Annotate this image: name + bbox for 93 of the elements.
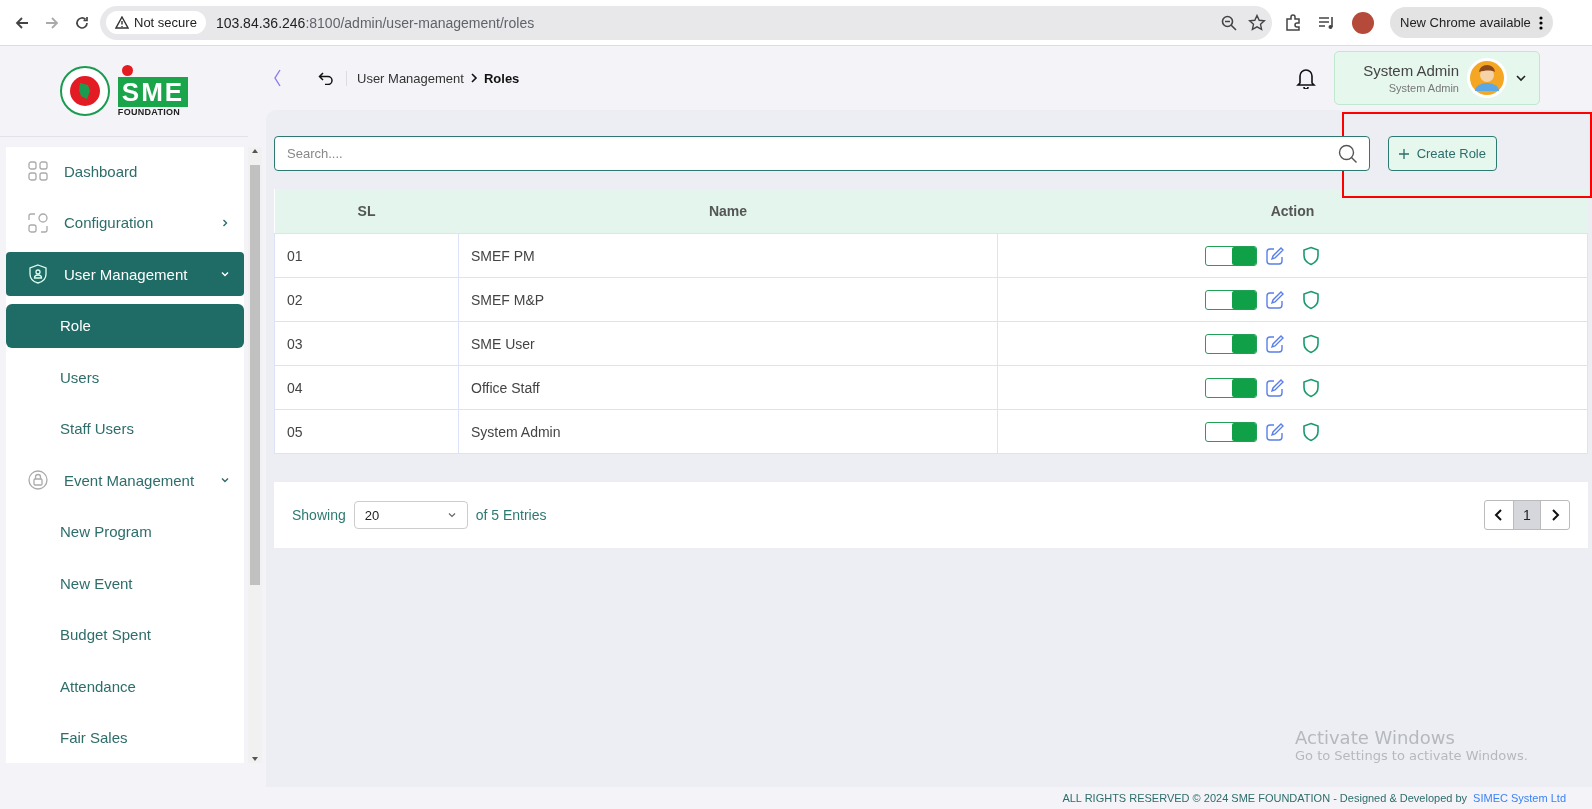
chevron-down-icon: [220, 475, 230, 485]
sidebar-subitem[interactable]: New Program: [6, 509, 244, 554]
user-name: System Admin: [1363, 62, 1459, 79]
edit-icon[interactable]: [1264, 245, 1285, 266]
chevron-down-icon: [220, 269, 230, 279]
emblem-logo: [59, 66, 110, 116]
chevron-down-icon: [1515, 72, 1527, 84]
chevron-right-icon: [220, 217, 230, 228]
warning-icon: [115, 16, 129, 29]
shield-icon[interactable]: [1300, 377, 1321, 398]
edit-icon[interactable]: [1264, 289, 1285, 310]
table-cell: SMEF PM: [458, 233, 998, 278]
edit-icon[interactable]: [1264, 333, 1285, 354]
create-role-button[interactable]: Create Role: [1387, 136, 1497, 171]
sidebar-subitem[interactable]: New Event: [6, 561, 244, 605]
chevron-right-icon: [469, 73, 478, 83]
column-header: Name: [458, 189, 998, 234]
shield-icon[interactable]: [1300, 421, 1321, 442]
page-button[interactable]: 1: [1513, 501, 1541, 529]
sidebar-item[interactable]: Event Management: [6, 458, 244, 502]
chevron-left-icon: [1494, 509, 1504, 521]
sidebar-item[interactable]: Configuration: [6, 200, 244, 245]
table-cell: 01: [274, 233, 459, 278]
breadcrumb-item[interactable]: User Management: [357, 70, 464, 86]
extension-icon[interactable]: [1284, 13, 1302, 32]
scroll-down-icon[interactable]: [251, 755, 259, 763]
address-bar[interactable]: Not secure 103.84.36.246:8100/admin/user-management/roles: [100, 5, 1272, 40]
back-arrow-icon[interactable]: [14, 14, 30, 31]
search-field[interactable]: Search....: [274, 136, 1370, 171]
column-header: Action: [997, 189, 1588, 234]
table-cell: 05: [274, 409, 459, 454]
edit-icon[interactable]: [1264, 421, 1285, 442]
table-cell: SME User: [458, 321, 998, 366]
footer-link[interactable]: SIMEC System Ltd: [1473, 792, 1566, 804]
table-cell: 04: [274, 365, 459, 410]
logo-subtitle: FOUNDATION: [117, 107, 181, 117]
undo-arrow-icon[interactable]: [318, 71, 334, 85]
url-text: 103.84.36.246:8100/admin/user-management/roles: [215, 14, 536, 31]
shield-icon[interactable]: [1300, 245, 1321, 266]
status-toggle[interactable]: [1204, 245, 1257, 266]
sidebar-subitem[interactable]: Role: [6, 303, 244, 348]
sidebar-item[interactable]: User Management: [6, 252, 244, 296]
edit-icon[interactable]: [1264, 377, 1285, 398]
security-chip[interactable]: Not secure: [106, 11, 206, 34]
table-cell: 03: [274, 321, 459, 366]
copyright-text: ALL RIGHTS RESERVED © 2024 SME FOUNDATION - Designed & Developed by: [1062, 792, 1468, 804]
sidebar-subitem[interactable]: Fair Sales: [6, 715, 244, 760]
grid-icon: [28, 161, 48, 181]
sidebar-subitem[interactable]: Users: [6, 355, 244, 399]
update-button[interactable]: New Chrome available: [1390, 7, 1553, 38]
table-cell: SMEF M&P: [458, 277, 998, 322]
media-icon[interactable]: [1318, 14, 1336, 31]
logo-mark: SME: [117, 77, 189, 107]
shield-icon[interactable]: [1300, 289, 1321, 310]
user-role: System Admin: [1388, 82, 1459, 94]
chevron-right-icon: [1550, 509, 1560, 521]
status-toggle[interactable]: [1204, 289, 1257, 310]
shield-icon[interactable]: [1300, 333, 1321, 354]
column-header: SL: [274, 189, 459, 234]
table-cell: 02: [274, 277, 459, 322]
table-cell: Office Staff: [458, 365, 998, 410]
chevron-down-icon: [446, 510, 457, 520]
table-cell: System Admin: [458, 409, 998, 454]
forward-arrow-icon[interactable]: [44, 14, 60, 31]
scrollbar[interactable]: [248, 147, 262, 763]
page-size-select[interactable]: 20: [353, 501, 468, 529]
zoom-icon[interactable]: [1220, 13, 1238, 32]
showing-label: Showing: [292, 507, 346, 523]
entries-label: of 5 Entries: [475, 507, 547, 523]
sidebar-subitem[interactable]: Staff Users: [6, 406, 244, 451]
status-toggle[interactable]: [1204, 333, 1257, 354]
search-icon: [1337, 144, 1358, 164]
status-toggle[interactable]: [1204, 377, 1257, 398]
sidebar-subitem[interactable]: Budget Spent: [6, 612, 244, 657]
more-icon: [1538, 15, 1543, 30]
star-icon[interactable]: [1248, 13, 1266, 32]
avatar-icon: [1467, 58, 1507, 98]
reload-icon[interactable]: [74, 14, 90, 31]
collapse-icon[interactable]: [272, 68, 282, 88]
user-menu[interactable]: System Admin System Admin: [1334, 51, 1540, 105]
profile-avatar[interactable]: [1352, 11, 1374, 34]
status-toggle[interactable]: [1204, 421, 1257, 442]
scroll-up-icon[interactable]: [251, 147, 259, 155]
security-label: Not secure: [134, 15, 197, 30]
sidebar-subitem[interactable]: Attendance: [6, 664, 244, 708]
logo-dot: [121, 65, 133, 76]
bell-icon[interactable]: [1296, 67, 1317, 89]
breadcrumb-item: Roles: [483, 70, 520, 86]
sidebar-item[interactable]: Dashboard: [6, 149, 244, 193]
shield-user-icon: [28, 264, 48, 284]
lock-icon: [28, 470, 48, 490]
shapes-icon: [28, 212, 48, 233]
plus-icon: [1398, 148, 1409, 159]
